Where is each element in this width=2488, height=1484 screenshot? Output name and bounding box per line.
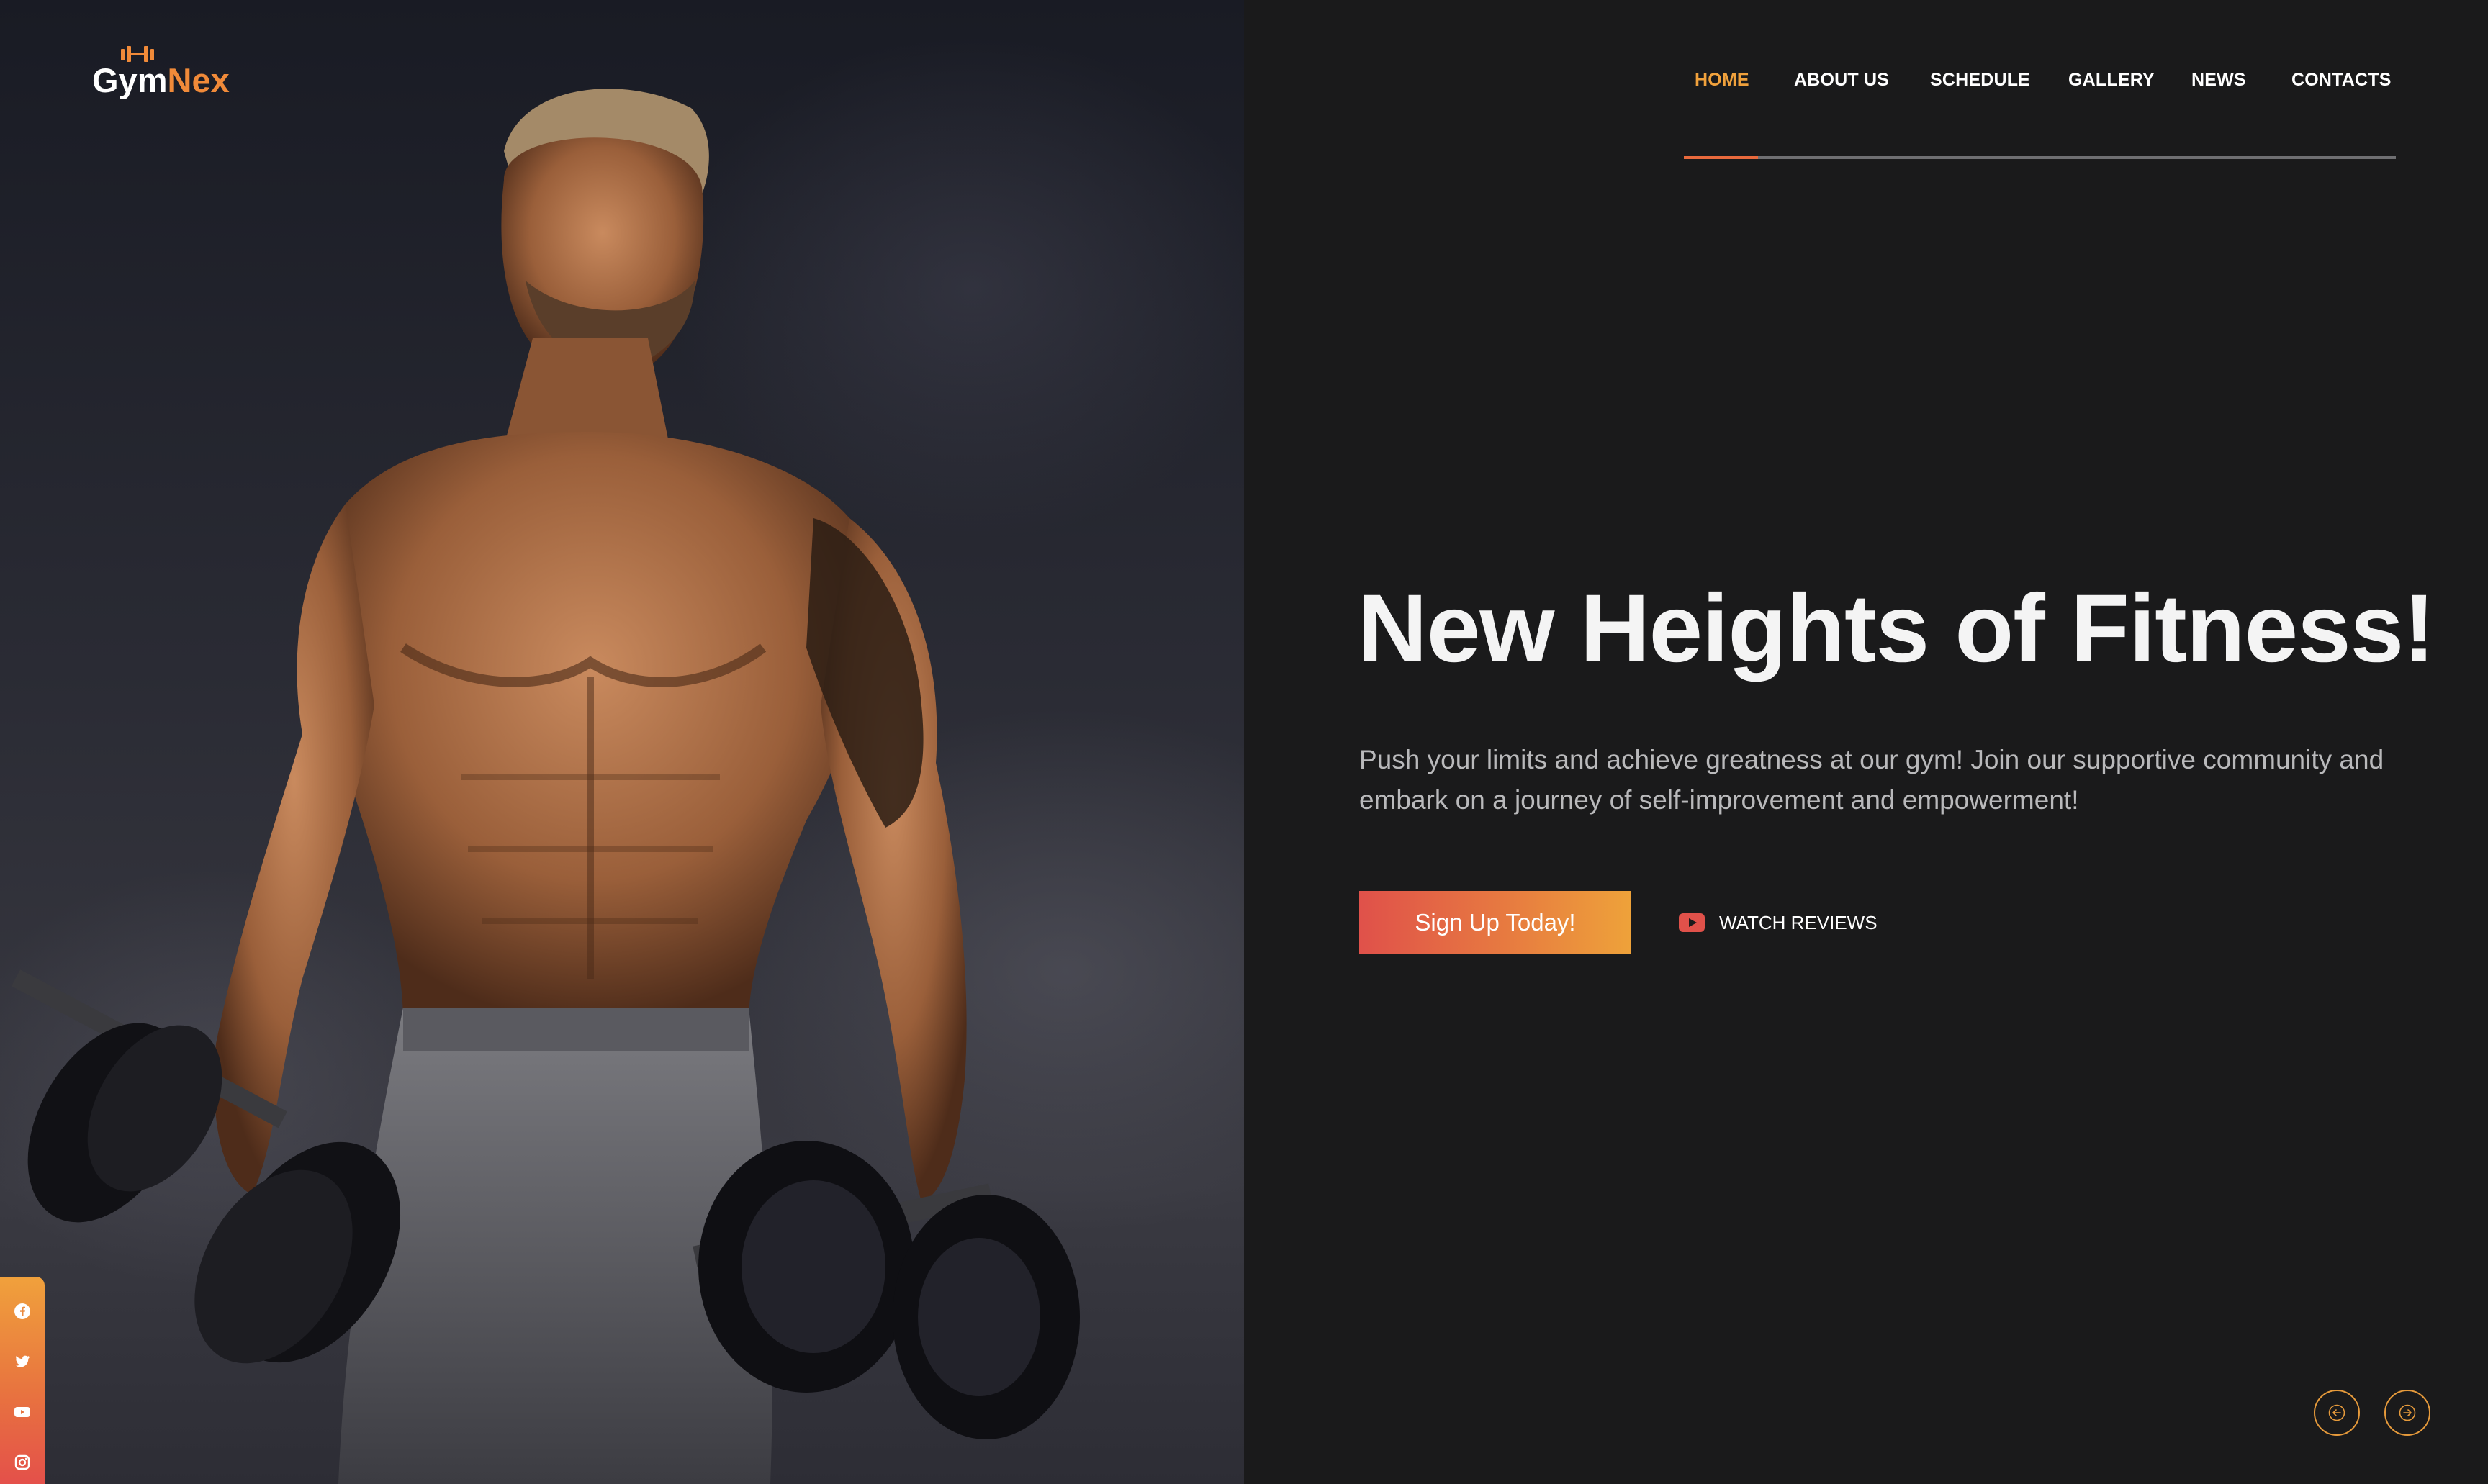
hero-description: Push your limits and achieve greatness a… [1359,745,2384,815]
youtube-play-icon [1679,913,1705,932]
brand-logo[interactable]: GymNex [92,45,236,102]
nav-item-contacts[interactable]: CONTACTS [2291,70,2392,91]
nav-item-about-us[interactable]: ABOUT US [1794,70,1889,91]
nav-item-gallery[interactable]: GALLERY [2068,70,2155,91]
nav-underline [1684,156,2396,159]
social-bar [0,1277,45,1484]
brand-name-part1: Gym [92,61,168,99]
sign-up-button[interactable]: Sign Up Today! [1359,891,1631,954]
slider-next-button[interactable] [2384,1390,2430,1436]
nav-active-indicator [1684,156,1758,159]
nav-item-schedule[interactable]: SCHEDULE [1930,70,2030,91]
twitter-icon[interactable] [14,1353,31,1370]
hero-athlete-image [0,0,1244,1484]
slider-prev-button[interactable] [2314,1390,2360,1436]
nav-item-news[interactable]: NEWS [2191,70,2246,91]
facebook-icon[interactable] [14,1303,31,1320]
youtube-icon[interactable] [14,1403,31,1421]
brand-name-part2: Nex [167,61,230,99]
arrow-left-circle-icon [2328,1404,2345,1421]
brand-wordmark: GymNex [92,60,230,100]
watch-reviews-label: WATCH REVIEWS [1719,911,1878,933]
arrow-right-circle-icon [2399,1404,2416,1421]
instagram-icon[interactable] [14,1454,31,1471]
nav-item-home[interactable]: HOME [1695,70,1749,91]
watch-reviews-link[interactable]: WATCH REVIEWS [1679,908,1878,937]
hero-headline: New Heights of Fitness! [1358,575,2435,682]
